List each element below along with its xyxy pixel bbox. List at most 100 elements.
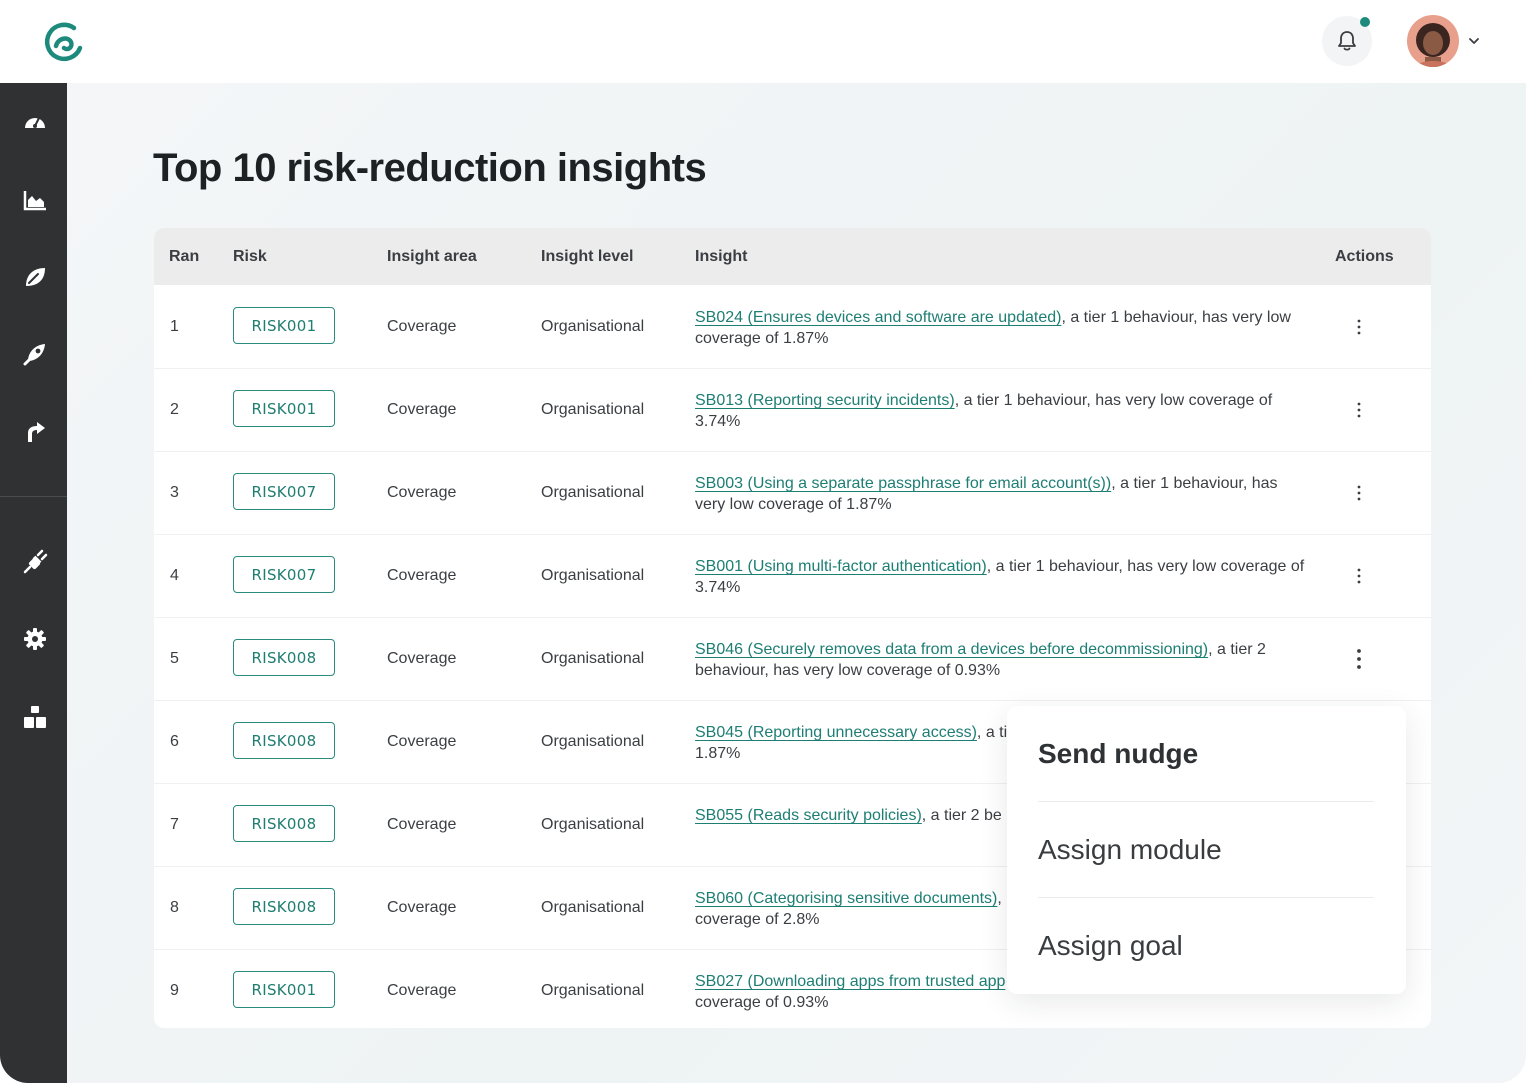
risk-badge[interactable]: RISK007: [233, 473, 335, 510]
app-window: Top 10 risk-reduction insights Ran Risk …: [0, 0, 1526, 1083]
insight-description: , a ti: [976, 724, 1008, 741]
insight-area: Coverage: [387, 816, 457, 833]
area-chart-icon: [23, 191, 46, 211]
behaviour-link[interactable]: SB003 (Using a separate passphrase for e…: [695, 475, 1111, 492]
kebab-menu-icon: [1357, 485, 1361, 501]
menu-item-send-nudge[interactable]: Send nudge: [1038, 706, 1374, 802]
rocket-icon: [23, 344, 45, 366]
risk-badge[interactable]: RISK008: [233, 888, 335, 925]
rank-value: 7: [170, 816, 179, 833]
insight-level: Organisational: [541, 982, 645, 999]
behaviour-link[interactable]: SB027 (Downloading apps from trusted app: [695, 973, 1005, 990]
insight-level: Organisational: [541, 733, 645, 750]
avatar-image: [1407, 15, 1459, 67]
row-actions-button[interactable]: [1347, 564, 1371, 588]
risk-badge[interactable]: RISK008: [233, 639, 335, 676]
bell-icon: [1338, 31, 1356, 51]
insight-area: Coverage: [387, 567, 457, 584]
notification-dot: [1360, 17, 1370, 27]
table-row: 4 RISK007 Coverage Organisational SB001 (Usi…: [154, 534, 1431, 618]
behaviour-link[interactable]: SB060 (Categorising sensitive documents): [695, 890, 997, 907]
sidebar-item-redirect[interactable]: [21, 418, 49, 446]
insight-area: Coverage: [387, 982, 457, 999]
insight-level: Organisational: [541, 318, 645, 335]
risk-badge[interactable]: RISK001: [233, 390, 335, 427]
insight-level: Organisational: [541, 567, 645, 584]
row-actions-button[interactable]: [1347, 315, 1371, 339]
behaviour-link[interactable]: SB055 (Reads security policies): [695, 807, 922, 824]
risk-badge[interactable]: RISK008: [233, 722, 335, 759]
menu-item-assign-goal[interactable]: Assign goal: [1038, 898, 1374, 994]
menu-item-assign-module[interactable]: Assign module: [1038, 802, 1374, 898]
sidebar-item-dashboard[interactable]: [21, 108, 49, 136]
chevron-down-icon[interactable]: [1467, 34, 1481, 48]
row-actions-button[interactable]: [1347, 481, 1371, 505]
leaf-icon: [26, 268, 45, 286]
rank-value: 1: [170, 318, 179, 335]
insight-text: SB001 (Using multi-factor authentication…: [695, 556, 1305, 598]
column-header-insight[interactable]: Insight: [695, 248, 747, 266]
insight-level: Organisational: [541, 816, 645, 833]
behaviour-link[interactable]: SB024 (Ensures devices and software are …: [695, 309, 1061, 326]
table-row: 5 RISK008 Coverage Organisational SB046 (Sec…: [154, 617, 1431, 701]
kebab-menu-icon: [1357, 319, 1361, 335]
table-row: 1 RISK001 Coverage Organisational SB024 (Ens…: [154, 285, 1431, 369]
insight-level: Organisational: [541, 650, 645, 667]
risk-badge[interactable]: RISK001: [233, 971, 335, 1008]
row-actions-button[interactable]: [1347, 647, 1371, 671]
table-row: 2 RISK001 Coverage Organisational SB013 (Rep…: [154, 368, 1431, 452]
insight-area: Coverage: [387, 318, 457, 335]
risk-badge[interactable]: RISK008: [233, 805, 335, 842]
insight-area: Coverage: [387, 650, 457, 667]
risk-badge[interactable]: RISK001: [233, 307, 335, 344]
rank-value: 4: [170, 567, 179, 584]
insight-description-cont: 1.87%: [695, 745, 741, 762]
rank-value: 5: [170, 650, 179, 667]
column-header-rank[interactable]: Ran: [169, 248, 199, 266]
gear-icon: [24, 628, 46, 650]
page-title: Top 10 risk-reduction insights: [153, 146, 707, 190]
risk-badge[interactable]: RISK007: [233, 556, 335, 593]
sidebar: [0, 83, 67, 1083]
insight-level: Organisational: [541, 484, 645, 501]
org-chart-icon: [24, 706, 46, 728]
insight-area: Coverage: [387, 401, 457, 418]
behaviour-link[interactable]: SB045 (Reporting unnecessary access): [695, 724, 977, 741]
curved-arrow-icon: [28, 422, 45, 442]
kebab-menu-icon: [1357, 649, 1361, 669]
sidebar-item-analytics[interactable]: [21, 186, 49, 214]
behaviour-link[interactable]: SB001 (Using multi-factor authentication…: [695, 558, 987, 575]
insight-text: SB024 (Ensures devices and software are …: [695, 307, 1305, 349]
behaviour-link[interactable]: SB013 (Reporting security incidents): [695, 392, 955, 409]
rank-value: 8: [170, 899, 179, 916]
sidebar-item-leaf[interactable]: [21, 263, 49, 291]
column-header-actions: Actions: [1335, 248, 1394, 265]
row-actions-button[interactable]: [1347, 398, 1371, 422]
rank-value: 3: [170, 484, 179, 501]
plug-icon: [23, 549, 48, 574]
insight-text: SB013 (Reporting security incidents), a …: [695, 390, 1305, 432]
sidebar-item-settings[interactable]: [21, 625, 49, 653]
user-avatar[interactable]: [1407, 15, 1459, 67]
column-header-insight-level[interactable]: Insight level: [541, 248, 633, 266]
insight-level: Organisational: [541, 401, 645, 418]
insight-description-cont: coverage of 2.8%: [695, 911, 820, 928]
kebab-menu-icon: [1357, 402, 1361, 418]
insight-text: SB046 (Securely removes data from a devi…: [695, 639, 1305, 681]
table-row: 3 RISK007 Coverage Organisational SB003 (Usi…: [154, 451, 1431, 535]
row-actions-menu: Send nudge Assign module Assign goal: [1007, 706, 1406, 994]
table-header: Ran Risk Insight area Insight level Insi…: [154, 228, 1431, 285]
behaviour-link[interactable]: SB046 (Securely removes data from a devi…: [695, 641, 1208, 658]
rank-value: 2: [170, 401, 179, 418]
insight-description: ,: [997, 890, 1002, 907]
column-header-risk[interactable]: Risk: [233, 248, 267, 266]
insight-area: Coverage: [387, 899, 457, 916]
insight-area: Coverage: [387, 484, 457, 501]
column-header-insight-area[interactable]: Insight area: [387, 248, 477, 266]
insight-text: SB003 (Using a separate passphrase for e…: [695, 473, 1305, 515]
sidebar-item-integrations[interactable]: [21, 548, 49, 576]
sidebar-divider: [0, 496, 67, 497]
sidebar-item-rocket[interactable]: [21, 340, 49, 368]
sidebar-item-organisation[interactable]: [21, 703, 49, 731]
brand-logo[interactable]: [42, 20, 86, 64]
